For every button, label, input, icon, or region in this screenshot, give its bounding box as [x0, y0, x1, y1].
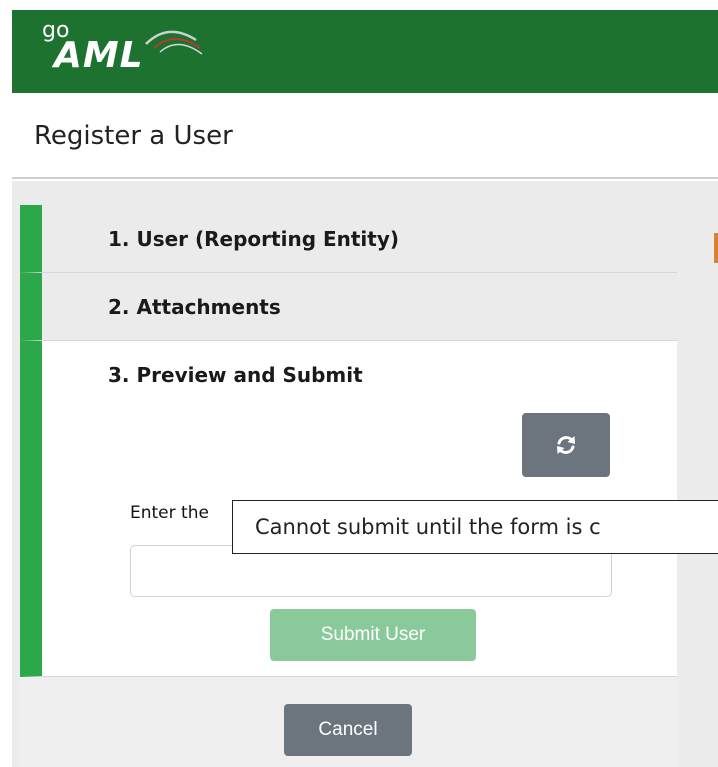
form-footer: Cancel: [20, 677, 677, 767]
registration-wizard: 1. User (Reporting Entity) 2. Attachment…: [20, 205, 677, 677]
goaml-logo[interactable]: go AML: [40, 20, 240, 90]
logo-swoosh-icon: [145, 30, 203, 55]
submit-disabled-tooltip: Cannot submit until the form is c: [232, 500, 718, 554]
wizard-step-attachments[interactable]: 2. Attachments: [20, 273, 677, 341]
wizard-step-label[interactable]: 3. Preview and Submit: [108, 363, 363, 387]
right-panel-marker: [714, 233, 718, 263]
title-bar: Register a User: [12, 93, 718, 179]
page: go AML Register a User 1. User (Reportin…: [0, 0, 718, 767]
page-title: Register a User: [34, 121, 233, 151]
submit-user-button[interactable]: Submit User: [270, 609, 476, 661]
captcha-label: Enter the: [130, 503, 209, 523]
app-header: go AML: [12, 10, 718, 93]
refresh-icon: [557, 436, 575, 454]
wizard-step-label: 2. Attachments: [108, 295, 281, 319]
cancel-button[interactable]: Cancel: [284, 704, 412, 756]
wizard-step-user[interactable]: 1. User (Reporting Entity): [20, 205, 677, 273]
wizard-step-label: 1. User (Reporting Entity): [108, 227, 400, 251]
refresh-captcha-button[interactable]: [522, 413, 610, 477]
